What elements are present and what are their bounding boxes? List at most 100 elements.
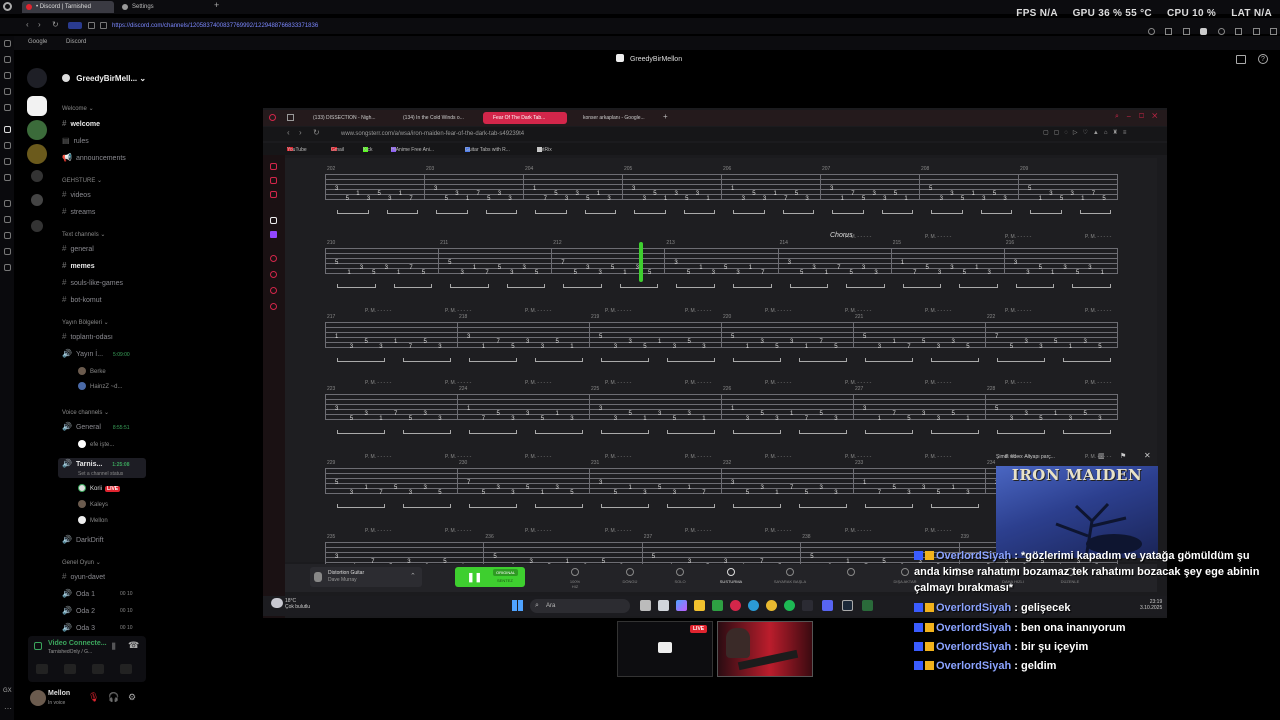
channel-videos[interactable]: # videos [62, 189, 148, 201]
instrument-selector[interactable]: Distortion Guitar Dave Murray ⌃ [310, 567, 422, 587]
channel-memes[interactable]: # memes [62, 260, 148, 272]
shared-back-icon[interactable]: ‹ [287, 128, 290, 137]
shared-forward-icon[interactable]: › [299, 128, 302, 137]
sidebar-pinboard-icon[interactable] [4, 88, 11, 95]
headphones-icon[interactable]: 🎧 [108, 692, 119, 703]
mute-control[interactable]: SUSTURMA [706, 568, 756, 584]
sidebar-wallet-icon[interactable] [4, 72, 11, 79]
shared-sidebar-icon[interactable] [270, 287, 277, 294]
playback-cursor[interactable] [639, 242, 643, 282]
app-icon[interactable] [802, 600, 813, 611]
more-icon[interactable]: ⋯ [4, 704, 12, 713]
shared-tab[interactable]: (133) DISSECTION - Nigh... [303, 112, 387, 124]
weather-widget[interactable]: 18°C Çok bulutlu [285, 598, 310, 610]
channel-streams[interactable]: # streams [62, 206, 148, 218]
download-apps-icon[interactable] [31, 220, 43, 232]
shared-tab-active[interactable]: Fear Of The Dark Tab... [483, 112, 567, 124]
help-icon[interactable]: ? [1258, 54, 1268, 64]
sidebar-extensions-icon[interactable] [4, 248, 11, 255]
chrome-icon[interactable] [766, 600, 777, 611]
shared-toolbar-icons[interactable]: ▢▢◌▷♡▲⌂♜≡ [1043, 129, 1131, 136]
sidebar-history-icon[interactable] [4, 56, 11, 63]
shared-sidebar-icon[interactable] [270, 163, 277, 170]
taskbar-search[interactable]: ⌕ Ara [530, 599, 630, 613]
activity-button[interactable] [92, 664, 104, 674]
shared-sidebar-icon[interactable] [270, 217, 277, 224]
folder-icon[interactable] [694, 600, 705, 611]
sidebar-player-icon[interactable] [4, 216, 11, 223]
sentez-label[interactable]: SENTEZ [497, 578, 513, 583]
speed-control[interactable]: 100% HIZ [550, 568, 600, 589]
mute-icon[interactable]: 🎙 [88, 692, 99, 703]
voice-user-kaleys[interactable]: Kaleys [78, 500, 108, 508]
channel-toplanti[interactable]: # toplantı-odası [62, 331, 148, 343]
channel-announcements[interactable]: 📢 announcements [62, 152, 148, 164]
category-text-channels[interactable]: Text channels ⌄ [62, 231, 105, 238]
voice-channel-yayin[interactable]: 🔊 Yayın İ... 5:09:00 [62, 348, 148, 360]
store-icon[interactable] [658, 600, 669, 611]
shared-tab[interactable]: (134) In the Cold Winds o... [393, 112, 477, 124]
loop-control[interactable]: DÖNGÜ [605, 568, 655, 584]
original-badge[interactable]: ORIGINAL [493, 569, 519, 576]
shield-icon[interactable] [1200, 28, 1208, 35]
sidebar-spotify-icon[interactable] [4, 174, 11, 181]
server-header[interactable]: GreedyBirMell... ⌄ [62, 74, 146, 83]
vpn-badge[interactable] [68, 22, 82, 29]
bookmark-discord[interactable]: Discord [66, 39, 86, 45]
count-in-control[interactable]: SAYARAK BAŞLA [765, 568, 815, 584]
opera-logo-icon[interactable] [3, 2, 12, 11]
signal-icon[interactable] [34, 642, 42, 650]
chevron-up-icon[interactable]: ⌃ [410, 572, 416, 580]
play-pause-button[interactable]: ❚❚ ORIGINAL SENTEZ [455, 567, 525, 587]
solo-control[interactable]: SOLO [655, 568, 705, 584]
category-gehsture[interactable]: GEHSTURE ⌄ [62, 177, 102, 184]
shared-tab[interactable]: konser arkaplanı - Google... [573, 112, 657, 124]
heart-icon[interactable] [1217, 28, 1225, 35]
shared-url-field[interactable]: www.songsterr.com/a/wsa/iron-maiden-fear… [341, 127, 524, 141]
voice-user[interactable]: efe işte... [78, 440, 114, 448]
close-icon[interactable]: ✕ [1144, 451, 1151, 460]
discord-home-icon[interactable] [27, 68, 47, 88]
back-icon[interactable]: ‹ [26, 20, 29, 29]
sidebar-twitch-icon[interactable] [4, 158, 11, 165]
inbox-icon[interactable] [1236, 55, 1246, 64]
server-icon-green[interactable] [27, 120, 47, 140]
tab-discord[interactable]: • Discord | Tarnished [22, 1, 114, 13]
opera-gx-icon[interactable] [730, 600, 741, 611]
sidebar-gear-icon[interactable] [4, 264, 11, 271]
sidebar-home-icon[interactable] [4, 40, 11, 47]
category-voice[interactable]: Voice channels ⌄ [62, 409, 109, 416]
windows-start-icon[interactable] [512, 600, 523, 611]
shared-sidebar-icon[interactable] [270, 191, 277, 198]
settings-gear-icon[interactable]: ⚙ [128, 692, 136, 703]
camera-icon[interactable] [1165, 28, 1173, 35]
share-icon[interactable] [100, 22, 107, 29]
channel-oyun-davet[interactable]: # oyun-davet [62, 571, 148, 583]
shared-window-controls[interactable]: ⌕–▢✕ [1115, 113, 1165, 121]
playlist-icon[interactable]: ▥ [1098, 452, 1105, 460]
metronome-control[interactable] [826, 568, 876, 579]
xbox-icon[interactable] [712, 600, 723, 611]
menu-icon[interactable] [1270, 28, 1278, 35]
camera-button[interactable] [36, 664, 48, 674]
spotify-icon[interactable] [784, 600, 795, 611]
shared-new-tab[interactable]: + [663, 112, 668, 121]
server-icon-gold[interactable] [27, 144, 47, 164]
app-icon-2[interactable] [862, 600, 873, 611]
send-icon[interactable] [1235, 28, 1243, 35]
channel-general[interactable]: # general [62, 243, 148, 255]
voice-channel-general[interactable]: 🔊 General 8:55:51 [62, 421, 148, 433]
channel-bot-komut[interactable]: # bot-komut [62, 294, 148, 306]
download-icon[interactable] [1252, 28, 1260, 35]
shared-sidebar-twitch-icon[interactable] [270, 231, 277, 238]
sidebar-discord-icon[interactable] [4, 126, 11, 133]
add-server-icon[interactable] [31, 170, 43, 182]
snapshot-icon[interactable] [1182, 28, 1190, 35]
channel-souls[interactable]: # souls-like-games [62, 277, 148, 289]
noise-suppression-icon[interactable]: ⫼ [112, 642, 116, 652]
category-yayin[interactable]: Yayın Bölgeleri ⌄ [62, 319, 109, 326]
disconnect-icon[interactable]: ☎ [128, 640, 139, 651]
voice-channel-oda1[interactable]: 🔊 Oda 1 [62, 588, 148, 600]
bookmark-google[interactable]: Google [28, 39, 47, 45]
tab-settings[interactable]: Settings [118, 1, 208, 13]
